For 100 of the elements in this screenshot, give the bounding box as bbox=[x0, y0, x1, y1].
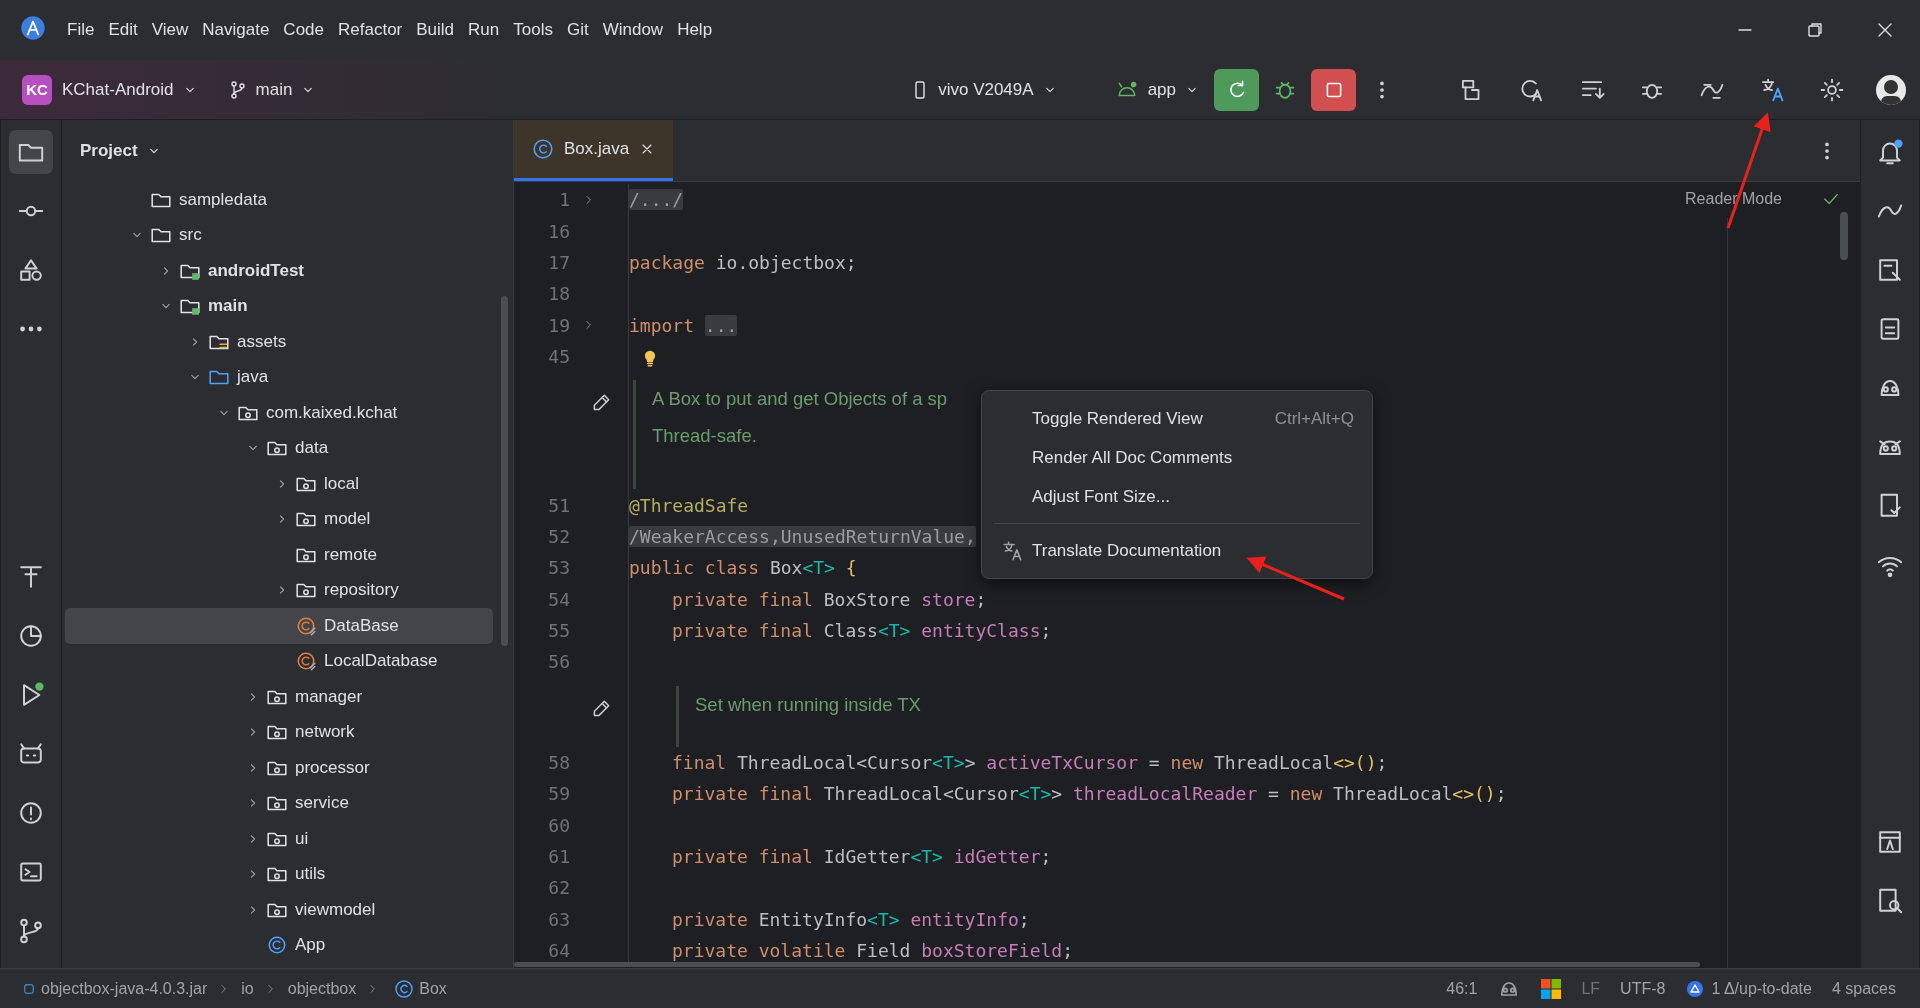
menu-item[interactable]: Translate Documentation bbox=[982, 531, 1372, 570]
code-line: private final IdGetter<T> idGetter; bbox=[672, 846, 1052, 868]
line-number: 1 bbox=[558, 189, 570, 211]
translate-icon bbox=[1002, 539, 1024, 562]
branch-selector[interactable]: main bbox=[219, 73, 325, 106]
build-icon[interactable] bbox=[17, 563, 45, 591]
tree-item[interactable]: ui bbox=[65, 821, 493, 857]
menu-item[interactable]: Run bbox=[461, 16, 507, 44]
code-line: private final Class<T> entityClass; bbox=[672, 620, 1052, 642]
line-number: 53 bbox=[547, 557, 570, 579]
indent-setting[interactable]: 4 spaces bbox=[1821, 976, 1906, 1001]
file-search-icon[interactable] bbox=[1876, 887, 1904, 915]
line-number: 52 bbox=[547, 525, 570, 547]
cursor-position[interactable]: 46:1 bbox=[1436, 976, 1488, 1001]
tree-item[interactable]: processor bbox=[65, 750, 493, 786]
menu-item[interactable]: Help bbox=[670, 16, 720, 44]
device-selector[interactable]: vivo V2049A bbox=[902, 73, 1066, 106]
line-number: 51 bbox=[547, 494, 570, 516]
tree-item[interactable]: remote bbox=[65, 537, 493, 573]
menu-item[interactable]: Code bbox=[276, 16, 331, 44]
scrollbar[interactable] bbox=[514, 962, 1700, 967]
tree-item[interactable]: src bbox=[65, 217, 493, 253]
bell-icon[interactable] bbox=[1876, 138, 1904, 166]
tree-item[interactable]: manager bbox=[65, 679, 493, 715]
tree-item[interactable]: repository bbox=[65, 572, 493, 608]
class-icon bbox=[394, 978, 415, 999]
doc-comment-text: Set when running inside TX bbox=[695, 692, 921, 717]
line-number: 56 bbox=[547, 651, 570, 673]
tree-item[interactable]: viewmodel bbox=[65, 892, 493, 928]
jar-icon bbox=[22, 981, 36, 996]
structure-icon[interactable] bbox=[17, 256, 45, 284]
layout-icon[interactable] bbox=[1876, 828, 1904, 856]
tree-item[interactable]: local bbox=[65, 466, 493, 502]
windows-logo-icon[interactable] bbox=[1541, 978, 1562, 999]
line-number: 16 bbox=[547, 220, 570, 242]
menu-item[interactable]: Edit bbox=[101, 16, 145, 44]
file-encoding[interactable]: UTF-8 bbox=[1610, 976, 1676, 1001]
tree-item[interactable]: DataBase bbox=[65, 608, 493, 644]
code-line: import ... bbox=[629, 314, 738, 336]
line-number: 58 bbox=[547, 751, 570, 773]
app-logo-icon bbox=[20, 14, 46, 41]
code-line: private final ThreadLocal<Cursor<T>> threadLocalReader = new ThreadLocal<>(); bbox=[672, 783, 1507, 805]
doc-comment-text: Thread-safe. bbox=[652, 424, 758, 449]
tree-item[interactable]: network bbox=[65, 714, 493, 750]
breadcrumb[interactable]: objectbox-java-4.0.3.jar bbox=[18, 976, 212, 1001]
menu-item[interactable]: Render All Doc Comments bbox=[982, 438, 1372, 477]
git-icon[interactable] bbox=[17, 917, 45, 945]
profiler-icon[interactable] bbox=[17, 622, 45, 650]
problems-icon[interactable] bbox=[17, 799, 45, 827]
menu-item[interactable]: File bbox=[60, 16, 102, 44]
scrollbar[interactable] bbox=[501, 296, 508, 646]
code-line: @ThreadSafe bbox=[629, 494, 749, 516]
tree-item[interactable]: model bbox=[65, 501, 493, 537]
file-tab[interactable]: Box.java bbox=[514, 120, 674, 181]
line-number: 18 bbox=[547, 283, 570, 305]
class-icon bbox=[532, 138, 554, 160]
line-number: 55 bbox=[547, 620, 570, 642]
line-number: 64 bbox=[547, 940, 570, 962]
tree-item[interactable]: assets bbox=[65, 324, 493, 360]
line-number: 60 bbox=[547, 814, 570, 836]
tree-item[interactable]: com.kaixed.kchat bbox=[65, 395, 493, 431]
menu-item[interactable]: Navigate bbox=[195, 16, 277, 44]
menu-item[interactable]: Refactor bbox=[331, 16, 410, 44]
document-search-icon[interactable] bbox=[1876, 256, 1904, 284]
tree-item[interactable]: App bbox=[65, 927, 493, 963]
current-workspace-dropdown[interactable]: KChat-Android bbox=[54, 73, 206, 106]
run-config-selector[interactable]: app bbox=[1105, 72, 1208, 107]
stop-button[interactable] bbox=[1311, 68, 1356, 111]
restore-icon[interactable] bbox=[1805, 20, 1825, 40]
tree-item[interactable]: androidTest bbox=[65, 253, 493, 289]
menu-item[interactable]: Toggle Rendered View Ctrl+Alt+Q bbox=[982, 399, 1372, 438]
tree-item[interactable]: sampledata bbox=[65, 182, 493, 218]
tool-window-title[interactable]: Project bbox=[80, 141, 162, 161]
tree-item[interactable]: service bbox=[65, 785, 493, 821]
tree-item[interactable]: data bbox=[65, 430, 493, 466]
code-line: package io.objectbox; bbox=[629, 251, 857, 273]
menu-item[interactable]: Adjust Font Size... bbox=[982, 477, 1372, 516]
code-line: private EntityInfo<T> entityInfo; bbox=[672, 908, 1030, 930]
avatar[interactable] bbox=[1876, 74, 1906, 105]
breadcrumb[interactable]: objectbox bbox=[283, 976, 361, 1001]
vcs-status[interactable]: 1 Δ/up-to-date bbox=[1675, 975, 1822, 1002]
doc-comment-text: A Box to put and get Objects of a sp bbox=[652, 387, 948, 412]
rerun-button[interactable] bbox=[1214, 68, 1259, 111]
menu-item[interactable]: Build bbox=[409, 16, 462, 44]
tree-item[interactable]: main bbox=[65, 288, 493, 324]
menu-item[interactable]: Git bbox=[559, 16, 596, 44]
tree-item[interactable]: utils bbox=[65, 856, 493, 892]
tree-item[interactable]: LocalDatabase bbox=[65, 643, 493, 679]
menu-item[interactable]: Window bbox=[595, 16, 671, 44]
code-line: public class Box<T> { bbox=[629, 557, 857, 579]
breadcrumb[interactable]: io bbox=[237, 976, 258, 1001]
menu-item[interactable]: View bbox=[144, 16, 196, 44]
tree-item[interactable]: java bbox=[65, 359, 493, 395]
menu-item[interactable]: Tools bbox=[506, 16, 560, 44]
project-badge: KC bbox=[22, 74, 52, 105]
scrollbar[interactable] bbox=[1840, 212, 1848, 260]
code-line: private final BoxStore store; bbox=[672, 588, 987, 610]
breadcrumb[interactable]: Box bbox=[390, 975, 451, 1002]
settings-icon[interactable] bbox=[1819, 76, 1845, 103]
translate-icon[interactable] bbox=[1759, 76, 1785, 103]
